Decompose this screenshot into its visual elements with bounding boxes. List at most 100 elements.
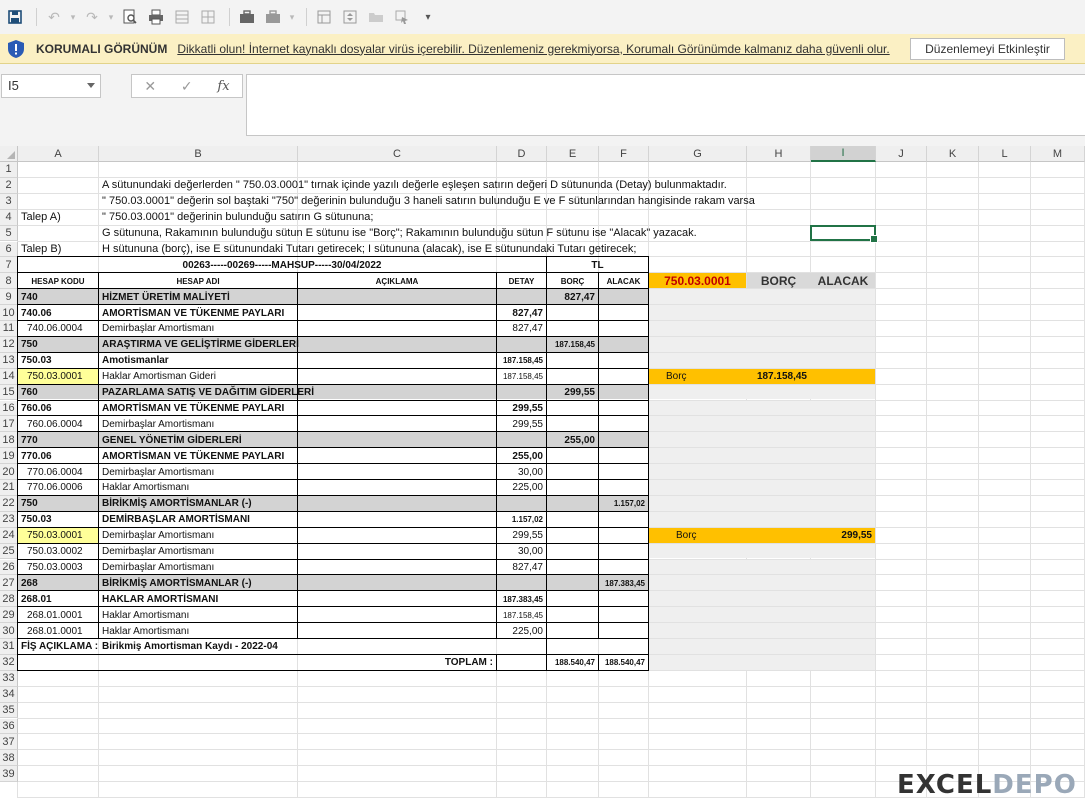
credit-amount[interactable] xyxy=(602,432,645,448)
credit-amount[interactable] xyxy=(602,591,645,607)
column-header-l[interactable]: L xyxy=(979,146,1031,162)
credit-amount[interactable] xyxy=(602,385,645,401)
column-header-d[interactable]: D xyxy=(497,146,547,162)
customize-icon[interactable]: ▾ xyxy=(417,6,439,28)
briefcase2-icon[interactable] xyxy=(262,6,284,28)
account-code[interactable]: 750.03 xyxy=(21,512,95,528)
column-header-a[interactable]: A xyxy=(18,146,99,162)
enter-icon[interactable]: ✓ xyxy=(181,78,193,95)
credit-amount[interactable] xyxy=(602,337,645,353)
total-debit[interactable]: 188.540,47 xyxy=(550,655,595,671)
col-credit-header[interactable]: ALACAK xyxy=(602,273,645,289)
total-label[interactable]: TOPLAM : xyxy=(21,655,493,671)
result-credit-value[interactable]: 299,55 xyxy=(814,528,872,544)
account-code[interactable]: 760.06 xyxy=(21,401,95,417)
account-code[interactable]: 268 xyxy=(21,575,95,591)
debit-amount[interactable] xyxy=(550,401,595,417)
total-credit[interactable]: 188.540,47 xyxy=(602,655,645,671)
row-header-19[interactable]: 19 xyxy=(0,448,18,465)
debit-amount[interactable] xyxy=(550,575,595,591)
row-header-33[interactable]: 33 xyxy=(0,670,18,687)
redo-icon[interactable]: ↷ xyxy=(81,6,103,28)
debit-amount[interactable] xyxy=(550,591,595,607)
row-header-28[interactable]: 28 xyxy=(0,591,18,608)
row-header-26[interactable]: 26 xyxy=(0,559,18,576)
row-header-32[interactable]: 32 xyxy=(0,654,18,671)
row-header-24[interactable]: 24 xyxy=(0,527,18,544)
account-code[interactable]: 750.03 xyxy=(21,353,95,369)
col-name-header[interactable]: HESAP ADI xyxy=(102,273,294,289)
detail-amount[interactable]: 187.158,45 xyxy=(500,353,543,369)
account-code[interactable]: 750.03.0003 xyxy=(21,560,95,576)
debit-amount[interactable] xyxy=(550,464,595,480)
column-header-e[interactable]: E xyxy=(547,146,599,162)
credit-amount[interactable] xyxy=(602,528,645,544)
debit-amount[interactable] xyxy=(550,512,595,528)
debit-amount[interactable] xyxy=(550,353,595,369)
row-header-3[interactable]: 3 xyxy=(0,193,18,210)
credit-amount[interactable] xyxy=(602,448,645,464)
enable-editing-button[interactable]: Düzenlemeyi Etkinleştir xyxy=(910,38,1065,60)
row-header-38[interactable]: 38 xyxy=(0,750,18,767)
column-header-m[interactable]: M xyxy=(1031,146,1085,162)
credit-amount[interactable] xyxy=(602,401,645,417)
account-code[interactable]: 750.03.0001 xyxy=(21,369,95,385)
detail-amount[interactable] xyxy=(500,289,543,305)
debit-amount[interactable] xyxy=(550,560,595,576)
row-header-4[interactable]: 4 xyxy=(0,209,18,226)
active-cell-selection[interactable] xyxy=(810,224,878,244)
insert-function-icon[interactable]: fx xyxy=(217,79,229,94)
row-header-16[interactable]: 16 xyxy=(0,400,18,417)
debit-amount[interactable]: 827,47 xyxy=(550,289,595,305)
formula-input[interactable] xyxy=(246,74,1085,136)
column-header-b[interactable]: B xyxy=(99,146,298,162)
detail-amount[interactable] xyxy=(500,496,543,512)
detail-amount[interactable] xyxy=(500,575,543,591)
debit-amount[interactable] xyxy=(550,321,595,337)
row-header-37[interactable]: 37 xyxy=(0,734,18,751)
column-header-g[interactable]: G xyxy=(649,146,747,162)
row-header-20[interactable]: 20 xyxy=(0,464,18,480)
row-header-2[interactable]: 2 xyxy=(0,177,18,194)
debit-amount[interactable]: 299,55 xyxy=(550,385,595,401)
row-header-13[interactable]: 13 xyxy=(0,352,18,369)
result-debit-header[interactable]: BORÇ xyxy=(750,273,807,289)
credit-amount[interactable] xyxy=(602,464,645,480)
detail-amount[interactable] xyxy=(500,337,543,353)
credit-amount[interactable]: 187.383,45 xyxy=(602,575,645,591)
name-box[interactable]: I5 xyxy=(1,74,101,98)
fis-label[interactable]: FİŞ AÇIKLAMA : xyxy=(21,639,98,655)
print-icon[interactable] xyxy=(145,6,167,28)
column-header-f[interactable]: F xyxy=(599,146,649,162)
debit-amount[interactable] xyxy=(550,623,595,639)
detail-amount[interactable]: 30,00 xyxy=(500,464,543,480)
briefcase-icon[interactable] xyxy=(236,6,258,28)
detail-amount[interactable]: 827,47 xyxy=(500,305,543,321)
credit-amount[interactable] xyxy=(602,607,645,623)
row-header-21[interactable]: 21 xyxy=(0,480,18,496)
credit-amount[interactable] xyxy=(602,321,645,337)
row-header-15[interactable]: 15 xyxy=(0,384,18,401)
column-header-h[interactable]: H xyxy=(747,146,811,162)
row-header-27[interactable]: 27 xyxy=(0,575,18,592)
detail-amount[interactable]: 1.157,02 xyxy=(500,512,543,528)
account-code[interactable]: 268.01.0001 xyxy=(21,623,95,639)
debit-amount[interactable]: 187.158,45 xyxy=(550,337,595,353)
worksheet-grid[interactable]: A B C D E F G H I J K L M 1 2 3 4 5 6 7 8 9 10 11 12 13 14 15 16 17 18… xyxy=(0,146,1085,798)
undo-dropdown-icon[interactable]: ▾ xyxy=(69,6,77,28)
row-header-1[interactable]: 1 xyxy=(0,162,18,178)
row-header-6[interactable]: 6 xyxy=(0,241,18,258)
debit-amount[interactable] xyxy=(550,496,595,512)
row-header-31[interactable]: 31 xyxy=(0,639,18,655)
account-code[interactable]: 750.03.0001 xyxy=(21,528,95,544)
currency-label[interactable]: TL xyxy=(550,257,645,273)
detail-amount[interactable]: 187.383,45 xyxy=(500,591,543,607)
sort-icon[interactable] xyxy=(339,6,361,28)
select-all-corner[interactable] xyxy=(0,146,18,162)
credit-amount[interactable] xyxy=(602,416,645,432)
credit-amount[interactable] xyxy=(602,369,645,385)
debit-amount[interactable] xyxy=(550,607,595,623)
account-code[interactable]: 760.06.0004 xyxy=(21,416,95,432)
row-header-14[interactable]: 14 xyxy=(0,368,18,385)
credit-amount[interactable] xyxy=(602,544,645,560)
